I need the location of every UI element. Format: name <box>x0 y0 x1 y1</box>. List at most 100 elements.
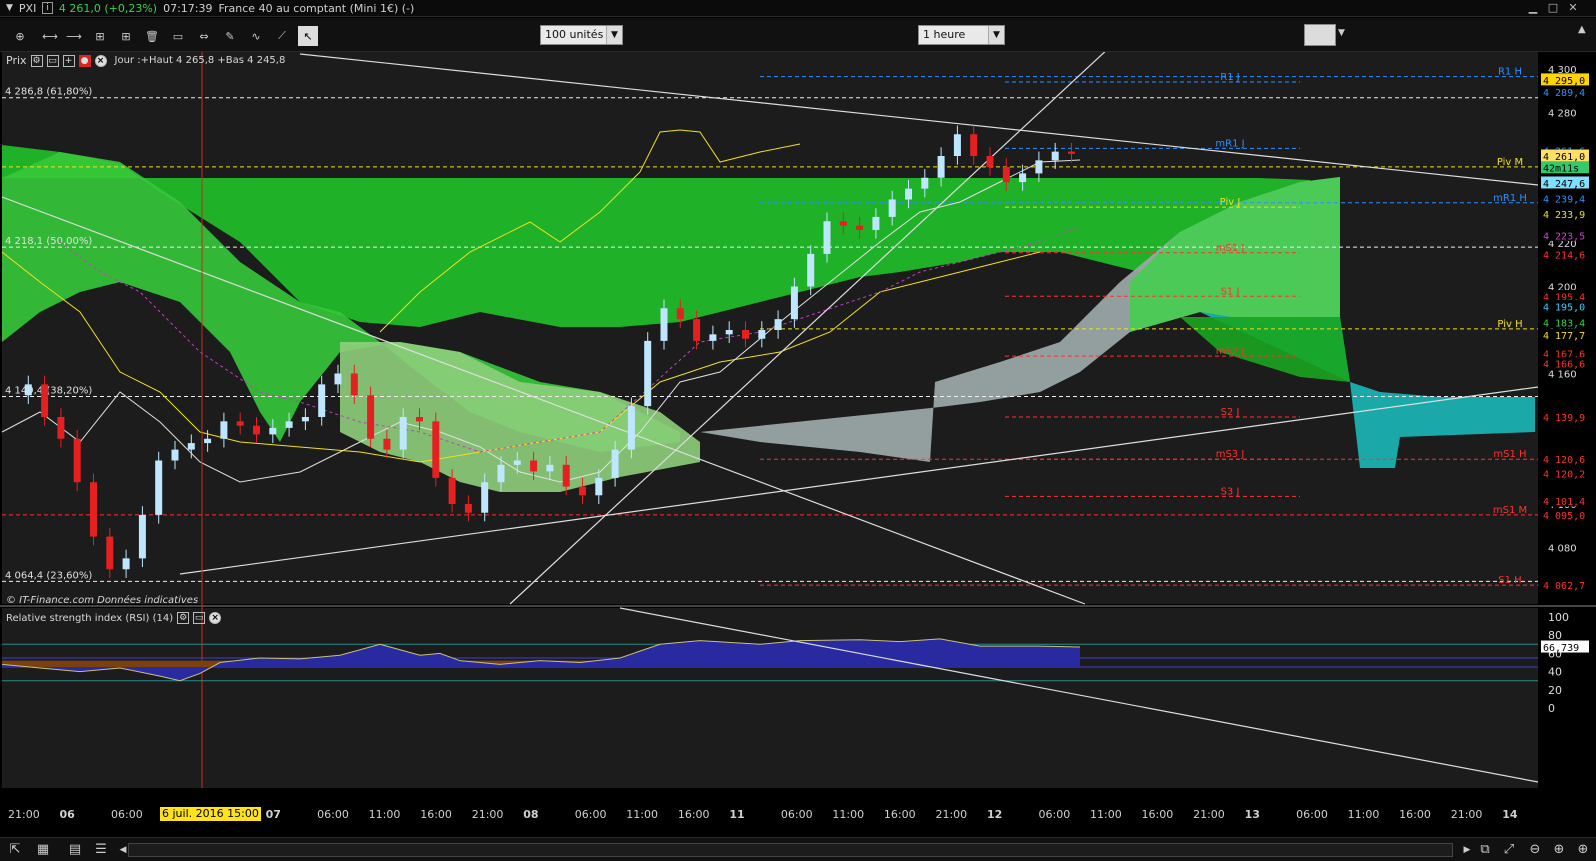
chevron-down-icon[interactable]: ▼ <box>1338 28 1345 38</box>
title-bar: ▼ PXI i 4 261,0 (+0,23%) 07:17:39 France… <box>0 0 1596 17</box>
candle-body <box>644 340 652 407</box>
candle-body <box>709 334 717 341</box>
candle-body <box>236 421 244 426</box>
price-tag: 4 223,5 <box>1543 231 1585 242</box>
camera-icon[interactable]: ● <box>78 54 91 67</box>
chevron-down-icon[interactable]: ▼ <box>606 26 622 44</box>
trash-icon[interactable]: 🗑 <box>142 26 162 46</box>
candle-body <box>986 156 994 167</box>
candle-body <box>318 384 326 417</box>
window-icon[interactable]: ▭ <box>193 612 206 624</box>
price-tag: 4 120,6 <box>1543 455 1585 466</box>
add-icon[interactable]: + <box>62 54 75 67</box>
zoom-reset-icon[interactable]: ⊕ <box>1574 841 1592 859</box>
candle-body <box>888 199 896 217</box>
rectangle-icon[interactable]: ▭ <box>168 26 188 46</box>
grid-icon[interactable]: ▤ <box>66 841 84 859</box>
candle-body <box>579 486 586 496</box>
candle-body <box>204 438 212 444</box>
chart-type-icon[interactable]: ⧉ <box>1476 841 1494 859</box>
price-tag: 4 120,2 <box>1543 470 1585 481</box>
candle-body <box>790 286 798 320</box>
pivot-label: R1 J <box>1220 72 1239 83</box>
pivot-label: mS1 J <box>1216 243 1245 254</box>
window-icon[interactable]: ▭ <box>46 54 59 67</box>
rsi-panel-title: Relative strength index (RSI) (14) <box>6 612 174 624</box>
cursor-icon[interactable]: ⊕ <box>10 26 30 46</box>
candle-body <box>937 156 945 178</box>
units-select[interactable]: 100 unités ▼ <box>540 25 623 45</box>
price-tag: 4 177,7 <box>1543 331 1585 342</box>
rsi-tick: 40 <box>1548 666 1562 679</box>
candle-body <box>220 421 228 439</box>
candle-body <box>839 221 847 226</box>
time-label: 21:00 <box>471 808 504 821</box>
zoom-in-icon[interactable]: ⊕ <box>1550 841 1568 859</box>
fib-label: 4 286,8 (61,80%) <box>5 87 92 98</box>
chevron-down-icon[interactable]: ▼ <box>988 26 1004 44</box>
candle-body <box>155 460 163 515</box>
rsi-axis-bg <box>1538 608 1596 788</box>
arrows-icon[interactable]: ⇔ <box>194 26 214 46</box>
chart-area[interactable]: 4 286,8 (61,80%) 4 218,1 (50,00%) 4 149,4 … <box>0 52 1596 837</box>
maximize-icon[interactable]: □ <box>1546 2 1560 14</box>
wrench-icon[interactable]: ⚙ <box>30 54 43 67</box>
time-label: 16:00 <box>1399 808 1431 821</box>
time-label: 16:00 <box>420 808 452 821</box>
close-icon[interactable]: ✕ <box>1566 2 1580 14</box>
candle-body <box>1019 173 1027 183</box>
pivot-label: Piv J <box>1220 197 1241 208</box>
minimize-icon[interactable]: ▁ <box>1526 2 1540 14</box>
price-tick: 4 080 <box>1548 544 1577 555</box>
fib-icon[interactable]: ⊞ <box>90 26 110 46</box>
fib-label: 4 218,1 (50,00%) <box>5 236 92 247</box>
scroll-right-icon[interactable]: ▶ <box>1458 841 1476 859</box>
price-tag: 4 214,6 <box>1543 251 1585 262</box>
candle-body <box>383 438 391 450</box>
close-icon[interactable]: × <box>209 612 222 624</box>
zoom-out-icon[interactable]: ⊖ <box>1526 841 1544 859</box>
pointer-icon[interactable]: ↖ <box>298 26 318 46</box>
candle-body <box>905 188 912 200</box>
data-credit: © IT-Finance.com Données indicatives <box>6 595 199 606</box>
line-icon[interactable]: ⟷ <box>40 26 60 46</box>
list-icon[interactable]: ☰ <box>92 841 110 859</box>
chart-settings-icon[interactable] <box>1304 24 1336 46</box>
candle-body <box>481 482 489 513</box>
time-label: 06:00 <box>1038 808 1071 821</box>
symbol-label[interactable]: PXI <box>19 2 36 15</box>
close-icon[interactable]: × <box>94 54 107 67</box>
candle-body <box>90 482 97 537</box>
pencil-icon[interactable]: ✎ <box>220 26 240 46</box>
zoom-fit-icon[interactable]: ⇱ <box>6 841 24 859</box>
expand-icon[interactable]: ⤢ <box>1500 841 1518 859</box>
candle-body <box>1068 151 1075 154</box>
candle-body <box>432 421 440 478</box>
trading-app-window: ▼ PXI i 4 261,0 (+0,23%) 07:17:39 France… <box>0 0 1596 861</box>
rsi-panel-bg <box>2 608 1538 788</box>
bottom-toolbar: ⇱ ▦ ▤ ☰ ◀ ▶ ⧉ ⤢ ⊖ ⊕ ⊕ <box>0 837 1596 861</box>
wrench-icon[interactable]: ⚙ <box>177 612 190 624</box>
candle-body <box>285 421 293 428</box>
layout-icon[interactable]: ▦ <box>34 841 52 859</box>
time-label: 11:00 <box>832 808 865 821</box>
rsi-value-tag: 66,739 <box>1543 643 1579 654</box>
candle-body <box>595 477 603 496</box>
fib2-icon[interactable]: ⊞ <box>116 26 136 46</box>
draw-icon[interactable]: ⟋ <box>272 26 292 46</box>
price-tag: 4 166,6 <box>1543 360 1585 371</box>
candle-body <box>856 225 864 230</box>
time-label: 08 <box>523 808 539 821</box>
chart-canvas[interactable]: 4 286,8 (61,80%) 4 218,1 (50,00%) 4 149,4 … <box>0 52 1596 837</box>
menu-arrow-icon[interactable]: ▼ <box>6 3 13 13</box>
cursor-time-label: 6 juil. 2016 15:00 <box>160 807 261 821</box>
candle-body <box>1002 166 1010 183</box>
info-icon[interactable]: i <box>42 2 53 14</box>
pivot-label: Piv M <box>1497 157 1523 168</box>
candle-body <box>41 384 49 417</box>
hline-icon[interactable]: ⟶ <box>64 26 84 46</box>
horizontal-scrollbar[interactable] <box>128 843 1453 857</box>
scroll-up-icon[interactable]: ▲ <box>1578 24 1586 35</box>
wave-icon[interactable]: ∿ <box>246 26 266 46</box>
interval-select[interactable]: 1 heure ▼ <box>918 25 1005 45</box>
